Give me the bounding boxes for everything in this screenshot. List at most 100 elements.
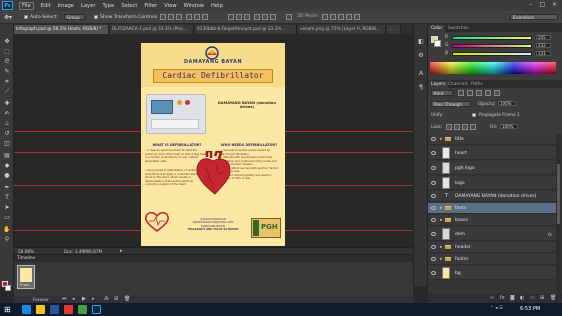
- blend-mode-dropdown[interactable]: Pass Through: [431, 101, 471, 107]
- green-value[interactable]: 232: [536, 43, 551, 48]
- type-tool-icon[interactable]: T: [3, 194, 11, 201]
- auto-align-icon[interactable]: [286, 14, 292, 20]
- expand-arrow-icon[interactable]: ▸: [440, 245, 442, 250]
- menu-help[interactable]: Help: [211, 3, 223, 9]
- dodge-tool-icon[interactable]: ●: [3, 172, 11, 179]
- layer-filter-dropdown[interactable]: Kind: [431, 90, 453, 96]
- color-bg-swatch[interactable]: [434, 40, 441, 47]
- menu-type[interactable]: Type: [102, 3, 114, 9]
- tab-color[interactable]: Color: [428, 25, 446, 32]
- media-icon[interactable]: [64, 305, 73, 314]
- layer-row-pgh-logo[interactable]: pgh logo: [428, 161, 556, 175]
- photoshop-taskbar-icon[interactable]: [92, 305, 101, 314]
- blur-tool-icon[interactable]: ◆: [3, 162, 11, 169]
- filter-shape-icon[interactable]: [485, 90, 491, 96]
- windows-start-icon[interactable]: ⊞: [4, 305, 11, 314]
- layer-name[interactable]: footer: [455, 257, 468, 262]
- layer-name[interactable]: heart: [455, 151, 467, 156]
- healing-brush-tool-icon[interactable]: ✚: [3, 100, 11, 107]
- next-frame-icon[interactable]: ▸: [92, 296, 95, 302]
- layer-row-footer[interactable]: ▸ footer: [428, 254, 556, 265]
- 3d-pan-icon[interactable]: [338, 14, 344, 20]
- transform-controls-checkbox[interactable]: [94, 15, 98, 19]
- history-icon[interactable]: ◧: [417, 38, 425, 45]
- pen-tool-icon[interactable]: ✒: [3, 184, 11, 191]
- red-value[interactable]: 205: [536, 35, 551, 40]
- lock-position-icon[interactable]: [462, 124, 468, 130]
- file-explorer-icon[interactable]: [36, 305, 45, 314]
- layer-row-heart[interactable]: heart: [428, 146, 556, 160]
- crop-tool-icon[interactable]: ⌗: [3, 78, 11, 85]
- minimize-icon[interactable]: –: [526, 1, 535, 9]
- menu-image[interactable]: Image: [58, 3, 74, 9]
- align-hcenter-icon[interactable]: [194, 14, 200, 20]
- lock-pixels-icon[interactable]: [454, 124, 460, 130]
- lasso-tool-icon[interactable]: ᘓ: [3, 58, 11, 65]
- close-icon[interactable]: ×: [550, 1, 559, 9]
- marquee-tool-icon[interactable]: ⬚: [3, 48, 11, 55]
- tab-more[interactable]: ...: [387, 25, 401, 34]
- layer-row-logo[interactable]: logo: [428, 176, 556, 190]
- expand-arrow-icon[interactable]: ▸: [440, 206, 442, 211]
- new-layer-icon[interactable]: ⊞: [540, 295, 544, 301]
- layer-name[interactable]: texts: [455, 206, 466, 211]
- green-slider[interactable]: [452, 44, 532, 48]
- blue-value[interactable]: 131: [536, 51, 551, 56]
- tab-swatches[interactable]: Swatches: [445, 25, 472, 32]
- 3d-roll-icon[interactable]: [330, 14, 336, 20]
- menu-layer[interactable]: Layer: [81, 3, 95, 9]
- distribute-vcenter-icon[interactable]: [236, 14, 242, 20]
- play-icon[interactable]: ▶: [82, 296, 86, 302]
- align-top-icon[interactable]: [160, 14, 166, 20]
- maximize-icon[interactable]: □: [538, 1, 547, 9]
- auto-select-checkbox[interactable]: [24, 15, 28, 19]
- visibility-eye-icon[interactable]: [431, 166, 436, 170]
- workspace-dropdown[interactable]: Essentials: [510, 14, 558, 20]
- tray-icons[interactable]: ⌃ ◂ ☰: [490, 306, 503, 311]
- add-style-icon[interactable]: fx: [500, 295, 505, 301]
- blue-slider[interactable]: [452, 52, 532, 56]
- layer-row-donation-text[interactable]: T DAMAYANG BAYAN (donation drives): [428, 191, 556, 202]
- 3d-orbit-icon[interactable]: [322, 14, 328, 20]
- fill-value[interactable]: 100%: [500, 124, 518, 129]
- character-icon[interactable]: A: [417, 70, 425, 77]
- layer-name[interactable]: DAMAYANG BAYAN (donation drives): [455, 194, 536, 199]
- visibility-eye-icon[interactable]: [431, 271, 436, 275]
- zoom-tool-icon[interactable]: ⚲: [3, 236, 11, 243]
- adjustment-layer-icon[interactable]: ◐: [520, 295, 524, 301]
- expand-arrow-icon[interactable]: ▸: [440, 137, 442, 142]
- clock[interactable]: 6:53 PM: [520, 306, 540, 312]
- new-group-icon[interactable]: ▭: [530, 295, 535, 301]
- tab-channels[interactable]: Channels: [445, 81, 471, 88]
- store-icon[interactable]: [78, 305, 87, 314]
- delete-frame-icon[interactable]: 🗑: [124, 296, 130, 302]
- menu-edit[interactable]: Edit: [41, 3, 51, 9]
- visibility-eye-icon[interactable]: [431, 257, 436, 261]
- 3d-slide-icon[interactable]: [346, 14, 352, 20]
- visibility-eye-icon[interactable]: [431, 245, 436, 249]
- opacity-value[interactable]: 100%: [498, 101, 516, 106]
- timeline-frame[interactable]: 5 sec.: [17, 265, 35, 289]
- eraser-tool-icon[interactable]: ◫: [3, 140, 11, 147]
- menu-file[interactable]: File: [19, 1, 34, 10]
- layers-scroll-thumb[interactable]: [557, 164, 560, 224]
- align-vcenter-icon[interactable]: [168, 14, 174, 20]
- layer-row-dem[interactable]: dem fx: [428, 227, 556, 241]
- filter-pixel-icon[interactable]: [458, 90, 464, 96]
- propagate-checkbox[interactable]: [472, 113, 476, 117]
- layer-row-header[interactable]: ▸ header: [428, 242, 556, 253]
- first-frame-icon[interactable]: ⏮: [62, 296, 67, 302]
- word-icon[interactable]: [50, 305, 59, 314]
- menu-filter[interactable]: Filter: [144, 3, 157, 9]
- distribute-left-icon[interactable]: [254, 14, 260, 20]
- visibility-eye-icon[interactable]: [431, 218, 436, 222]
- filter-adjust-icon[interactable]: [467, 90, 473, 96]
- visibility-eye-icon[interactable]: [431, 151, 436, 155]
- color-spectrum[interactable]: [430, 62, 556, 74]
- distribute-hcenter-icon[interactable]: [262, 14, 268, 20]
- tab-dlf5[interactable]: DLF5ZAACA-1.psd @ 33.3% (Pho...: [110, 25, 194, 34]
- layer-row-title[interactable]: ▸ title: [428, 134, 556, 145]
- lock-transparent-icon[interactable]: [446, 124, 452, 130]
- align-bottom-icon[interactable]: [176, 14, 182, 20]
- brush-tool-icon[interactable]: ✍: [3, 110, 11, 117]
